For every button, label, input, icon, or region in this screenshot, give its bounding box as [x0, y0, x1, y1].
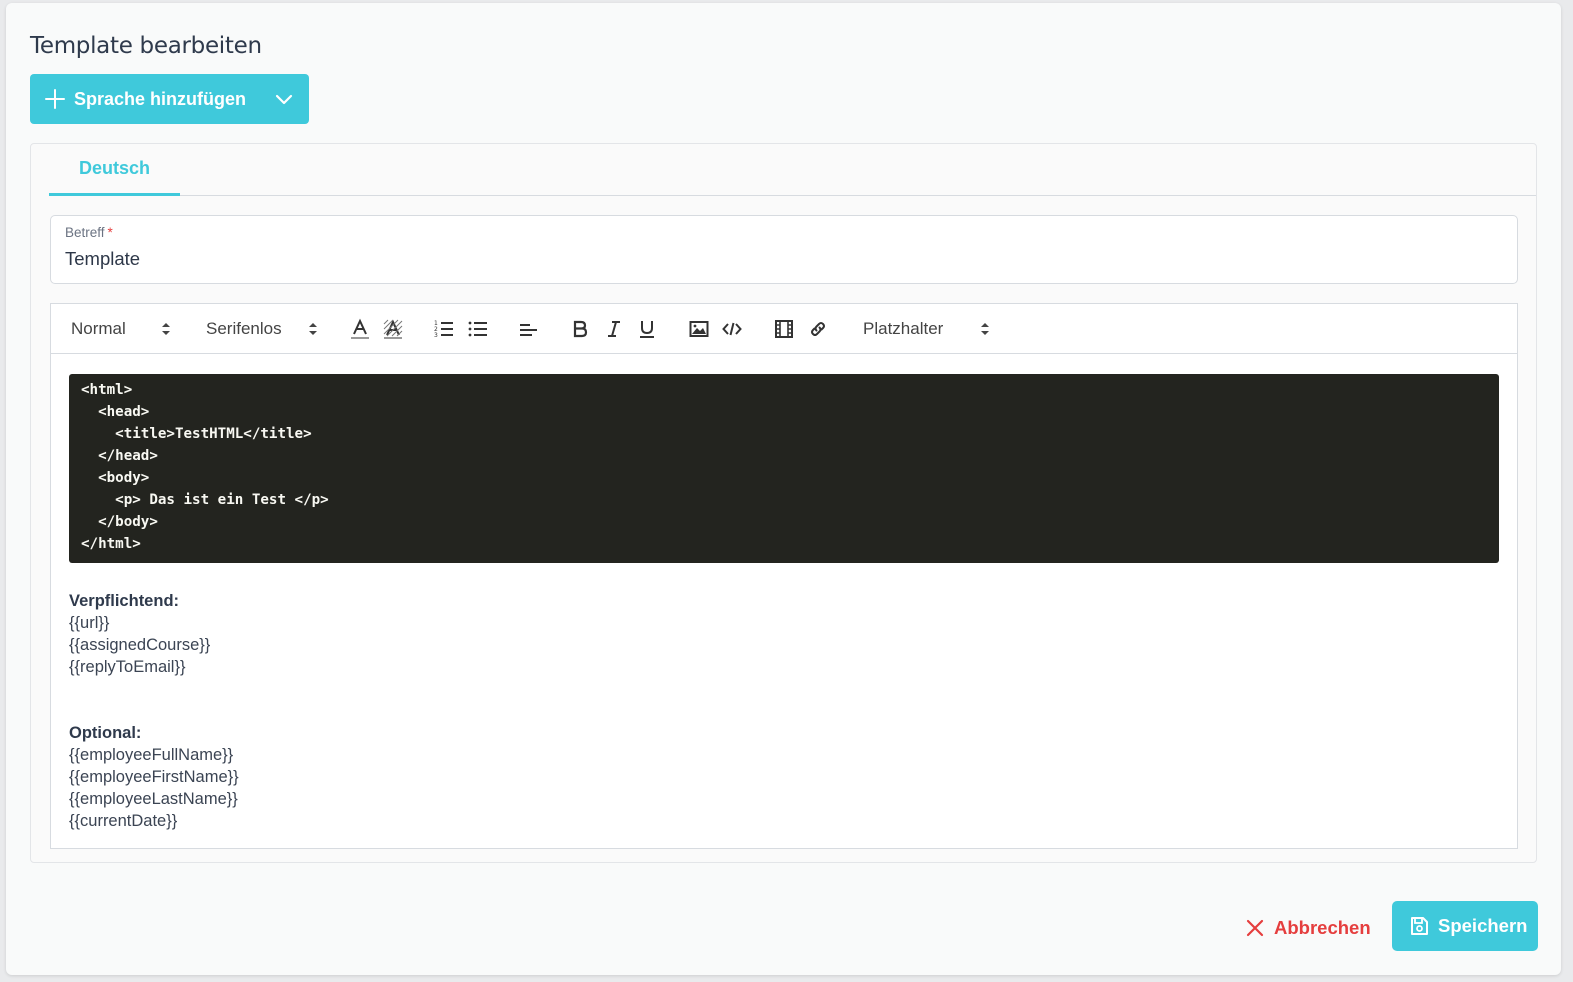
tab-deutsch[interactable]: Deutsch	[49, 144, 180, 196]
code-line: </html>	[81, 536, 141, 552]
font-select-value: Serifenlos	[206, 319, 282, 338]
placeholder-item: {{employeeLastName}}	[69, 790, 238, 808]
subject-label: Betreff *	[65, 225, 113, 240]
language-card: Deutsch Betreff* Normal Serifenlos	[30, 143, 1537, 863]
save-button[interactable]: Speichern	[1392, 901, 1538, 951]
edit-template-dialog: Template bearbeiten Sprache hinzufügen D…	[6, 3, 1561, 975]
placeholder-item: {{url}}	[69, 614, 110, 632]
link-icon[interactable]	[806, 317, 830, 341]
code-block[interactable]: <html> <head> <title>TestHTML</title> </…	[69, 374, 1499, 563]
image-icon[interactable]	[687, 317, 711, 341]
placeholder-item: {{replyToEmail}}	[69, 658, 186, 676]
placeholder-select[interactable]: Platzhalter	[863, 316, 993, 342]
code-line: <title>TestHTML</title>	[81, 426, 312, 442]
placeholder-select-value: Platzhalter	[863, 319, 944, 338]
optional-heading: Optional:	[69, 724, 142, 742]
code-block-icon[interactable]	[720, 317, 744, 341]
code-line: </head>	[81, 448, 158, 464]
code-line: <html>	[81, 382, 133, 398]
cancel-button[interactable]: Abbrechen	[1246, 913, 1371, 943]
language-tabs: Deutsch	[49, 144, 1536, 196]
placeholder-item: {{employeeFullName}}	[69, 746, 234, 764]
svg-text:3: 3	[434, 332, 438, 339]
header-select-value: Normal	[71, 319, 126, 338]
italic-icon[interactable]	[602, 317, 626, 341]
text-color-icon[interactable]	[348, 317, 372, 341]
add-language-label: Sprache hinzufügen	[74, 88, 247, 109]
save-icon	[1411, 917, 1428, 935]
close-icon	[1246, 919, 1264, 937]
placeholder-item: {{currentDate}}	[69, 812, 178, 830]
cancel-label: Abbrechen	[1274, 917, 1371, 938]
bullet-list-icon[interactable]	[466, 317, 490, 341]
code-line: <p> Das ist ein Test </p>	[81, 492, 329, 508]
add-language-button[interactable]: Sprache hinzufügen	[30, 74, 309, 124]
video-icon[interactable]	[772, 317, 796, 341]
align-icon[interactable]	[517, 317, 541, 341]
select-arrows-icon	[981, 323, 989, 335]
select-arrows-icon	[162, 323, 170, 335]
editor-toolbar: Normal Serifenlos 123 Platzhalter	[51, 304, 1517, 354]
code-line: <body>	[81, 470, 150, 486]
placeholder-item: {{assignedCourse}}	[69, 636, 211, 654]
page-title: Template bearbeiten	[30, 33, 262, 59]
select-arrows-icon	[309, 323, 317, 335]
code-line: <head>	[81, 404, 150, 420]
ordered-list-icon[interactable]: 123	[432, 317, 456, 341]
underline-icon[interactable]	[635, 317, 659, 341]
required-marker: *	[107, 225, 113, 240]
required-heading: Verpflichtend:	[69, 592, 180, 610]
rich-text-editor[interactable]: Normal Serifenlos 123 Platzhalter <html>…	[50, 303, 1518, 849]
bold-icon[interactable]	[568, 317, 592, 341]
code-line: </body>	[81, 514, 158, 530]
plus-icon	[44, 88, 66, 110]
font-select[interactable]: Serifenlos	[206, 316, 321, 342]
save-label: Speichern	[1438, 915, 1528, 936]
chevron-down-icon[interactable]	[274, 90, 294, 110]
placeholder-item: {{employeeFirstName}}	[69, 768, 239, 786]
subject-input[interactable]	[65, 248, 1465, 270]
editor-content[interactable]: <html> <head> <title>TestHTML</title> </…	[69, 374, 1499, 832]
background-color-icon[interactable]	[381, 317, 405, 341]
subject-field[interactable]: Betreff *	[50, 215, 1518, 284]
header-select[interactable]: Normal	[71, 316, 175, 342]
